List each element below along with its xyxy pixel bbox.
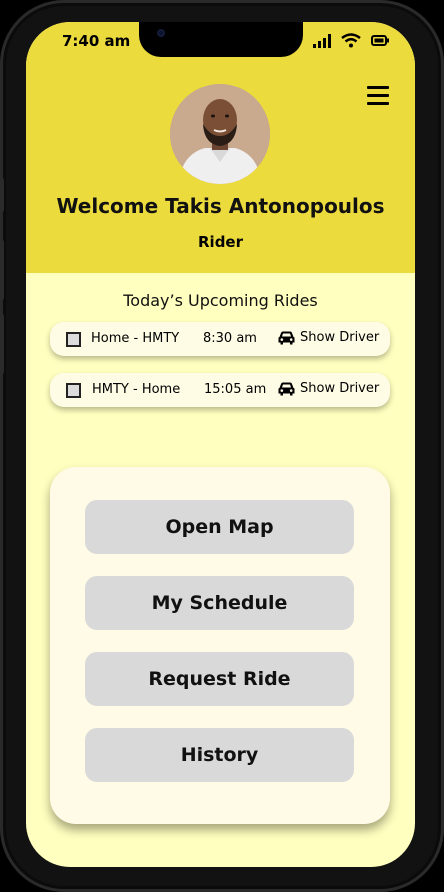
mute-switch xyxy=(0,178,4,212)
front-camera xyxy=(157,29,165,37)
notch xyxy=(139,22,303,57)
avatar-photo xyxy=(170,84,270,184)
volume-up-button xyxy=(0,240,4,300)
welcome-heading: Welcome Takis Antonopoulos xyxy=(56,194,385,218)
request-ride-button[interactable]: Request Ride xyxy=(85,652,354,706)
profile-header: 7:40 am Welcome Takis Antonopoulos Rider xyxy=(26,22,415,273)
car-icon xyxy=(278,382,295,395)
user-role: Rider xyxy=(198,233,243,251)
volume-down-button xyxy=(0,314,4,374)
actions-panel: Open Map My Schedule Request Ride Histor… xyxy=(50,467,390,824)
avatar xyxy=(170,84,270,184)
history-button[interactable]: History xyxy=(85,728,354,782)
battery-icon xyxy=(371,35,389,46)
ride-item: Home - HMTY 8:30 am Show Driver xyxy=(50,322,390,356)
show-driver-button[interactable]: Show Driver xyxy=(278,381,379,396)
ride-route: HMTY - Home xyxy=(92,382,181,397)
show-driver-label: Show Driver xyxy=(300,330,380,345)
hamburger-menu-icon[interactable] xyxy=(367,86,389,106)
app-screen: 7:40 am Welcome Takis Antonopoulos Rider… xyxy=(26,22,415,867)
show-driver-button[interactable]: Show Driver xyxy=(278,330,379,345)
ride-item: HMTY - Home 15:05 am Show Driver xyxy=(50,373,390,407)
wifi-icon xyxy=(341,33,361,48)
ride-time: 8:30 am xyxy=(203,331,257,346)
car-icon xyxy=(278,331,295,344)
ride-time: 15:05 am xyxy=(204,382,267,397)
open-map-button[interactable]: Open Map xyxy=(85,500,354,554)
ride-route: Home - HMTY xyxy=(91,331,180,346)
ride-checkbox[interactable] xyxy=(66,332,81,347)
upcoming-rides-title: Today’s Upcoming Rides xyxy=(123,291,318,310)
phone-frame: 7:40 am Welcome Takis Antonopoulos Rider… xyxy=(0,0,444,892)
show-driver-label: Show Driver xyxy=(300,381,380,396)
status-time: 7:40 am xyxy=(62,32,131,50)
my-schedule-button[interactable]: My Schedule xyxy=(85,576,354,630)
signal-icon xyxy=(313,33,331,48)
ride-checkbox[interactable] xyxy=(66,383,81,398)
status-icons xyxy=(313,33,389,48)
